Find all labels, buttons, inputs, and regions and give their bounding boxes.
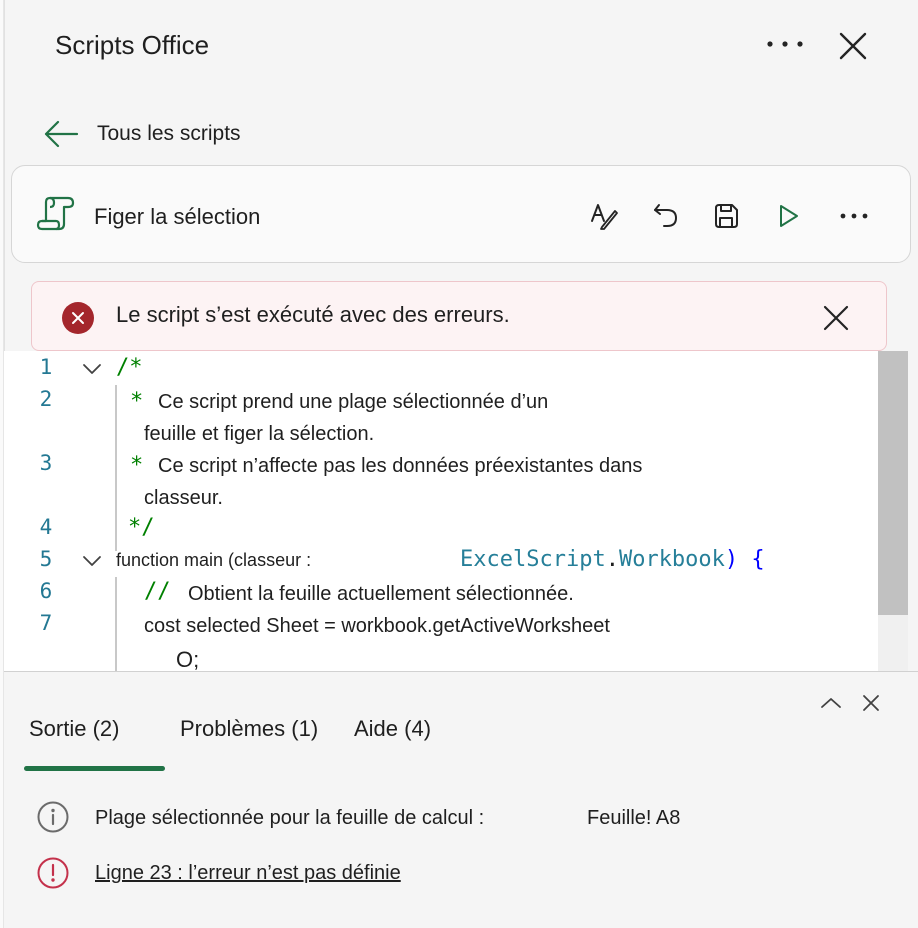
dismiss-error-button[interactable]: [814, 296, 858, 340]
close-pane-button[interactable]: [831, 26, 875, 66]
output-panel: Sortie (2) Problèmes (1) Aide (4) Plage …: [4, 671, 918, 928]
line-number: 2: [39, 387, 53, 411]
code-comment-start: /*: [116, 355, 143, 380]
tab-output[interactable]: Sortie (2): [29, 716, 119, 742]
more-options-button[interactable]: [763, 28, 807, 60]
code-type-namespace: ExcelScript: [460, 547, 606, 572]
code-dot: .: [605, 547, 619, 572]
line-number: 7: [39, 611, 53, 635]
expand-panel-button[interactable]: [816, 688, 846, 718]
pane-title: Scripts Office: [55, 30, 210, 60]
output-value: Feuille! A8: [587, 807, 681, 829]
run-icon: [780, 205, 798, 227]
tab-problems[interactable]: Problèmes (1): [180, 716, 318, 742]
fold-toggle[interactable]: [80, 549, 104, 573]
spell-check-icon: [591, 204, 618, 230]
close-panel-button[interactable]: [856, 688, 886, 718]
line-number: 5: [39, 547, 53, 571]
line-number: 4: [39, 515, 53, 539]
back-to-all-scripts[interactable]: Tous les scripts: [43, 114, 241, 154]
script-scroll-icon: [36, 196, 75, 231]
script-name: Figer la sélection: [94, 204, 261, 229]
code-statement: cost selected Sheet = workbook.getActive…: [144, 615, 610, 637]
error-circle-icon: [62, 302, 94, 334]
save-icon: [715, 204, 738, 228]
code-editor[interactable]: 1 2 3 4 5 6 7 /* * Ce script prend une p…: [4, 351, 908, 671]
code-comment-star: *: [130, 453, 144, 478]
indent-guide: [115, 385, 117, 551]
code-comment-text: feuille et figer la sélection.: [144, 423, 375, 445]
more-horizontal-icon: [840, 213, 868, 219]
editor-scrollbar-thumb[interactable]: [878, 351, 908, 615]
script-more-button[interactable]: [834, 196, 874, 236]
arrow-left-icon: [44, 120, 79, 148]
info-icon: [37, 801, 69, 833]
run-button[interactable]: [768, 196, 808, 236]
active-tab-indicator: [24, 766, 165, 771]
code-comment-text: Ce script prend une plage sélectionnée d…: [158, 391, 549, 413]
code-paren: ): [724, 547, 739, 572]
chevron-down-icon: [83, 556, 101, 566]
output-message: Plage sélectionnée pour la feuille de ca…: [95, 807, 485, 829]
code-function-signature: function main (classeur :: [116, 550, 312, 570]
code-type-name: Workbook: [618, 547, 725, 572]
line-number: 1: [39, 355, 53, 379]
chevron-down-icon: [83, 364, 101, 374]
code-comment-text: Ce script n’affecte pas les données prée…: [158, 455, 643, 477]
undo-button[interactable]: [646, 196, 686, 236]
chevron-up-icon: [821, 698, 841, 708]
line-number: 3: [39, 451, 53, 475]
back-label: Tous les scripts: [97, 122, 241, 145]
code-brace: {: [751, 547, 765, 572]
close-icon: [863, 695, 879, 711]
error-message-bar: Le script s’est exécuté avec des erreurs…: [31, 281, 887, 351]
fold-toggle[interactable]: [80, 357, 104, 381]
output-error-link[interactable]: Ligne 23 : l’erreur n’est pas définie: [95, 862, 401, 885]
line-number: 6: [39, 579, 53, 603]
code-comment-slashes: //: [144, 579, 171, 604]
code-comment-text: Obtient la feuille actuellement sélectio…: [188, 583, 574, 605]
output-row: [36, 799, 70, 835]
more-horizontal-icon: [767, 41, 803, 47]
spell-check-button[interactable]: [584, 196, 624, 236]
indent-guide: [115, 577, 117, 671]
save-button[interactable]: [706, 196, 746, 236]
code-statement-continuation: O;: [176, 647, 200, 671]
code-comment-star: *: [130, 389, 144, 414]
code-comment-end: */: [128, 515, 155, 540]
code-type-annotation: ExcelScript.Workbook) {: [460, 547, 765, 572]
script-icon: [36, 196, 76, 237]
undo-icon: [654, 204, 678, 227]
error-outline-icon: [37, 857, 69, 889]
close-icon: [823, 305, 849, 331]
close-icon: [839, 32, 867, 60]
code-comment-text: classeur.: [144, 487, 223, 509]
error-message: Le script s’est exécuté avec des erreurs…: [116, 302, 510, 327]
script-card: Figer la sélection: [11, 165, 911, 263]
output-row: [36, 855, 70, 891]
tab-help[interactable]: Aide (4): [354, 716, 431, 742]
